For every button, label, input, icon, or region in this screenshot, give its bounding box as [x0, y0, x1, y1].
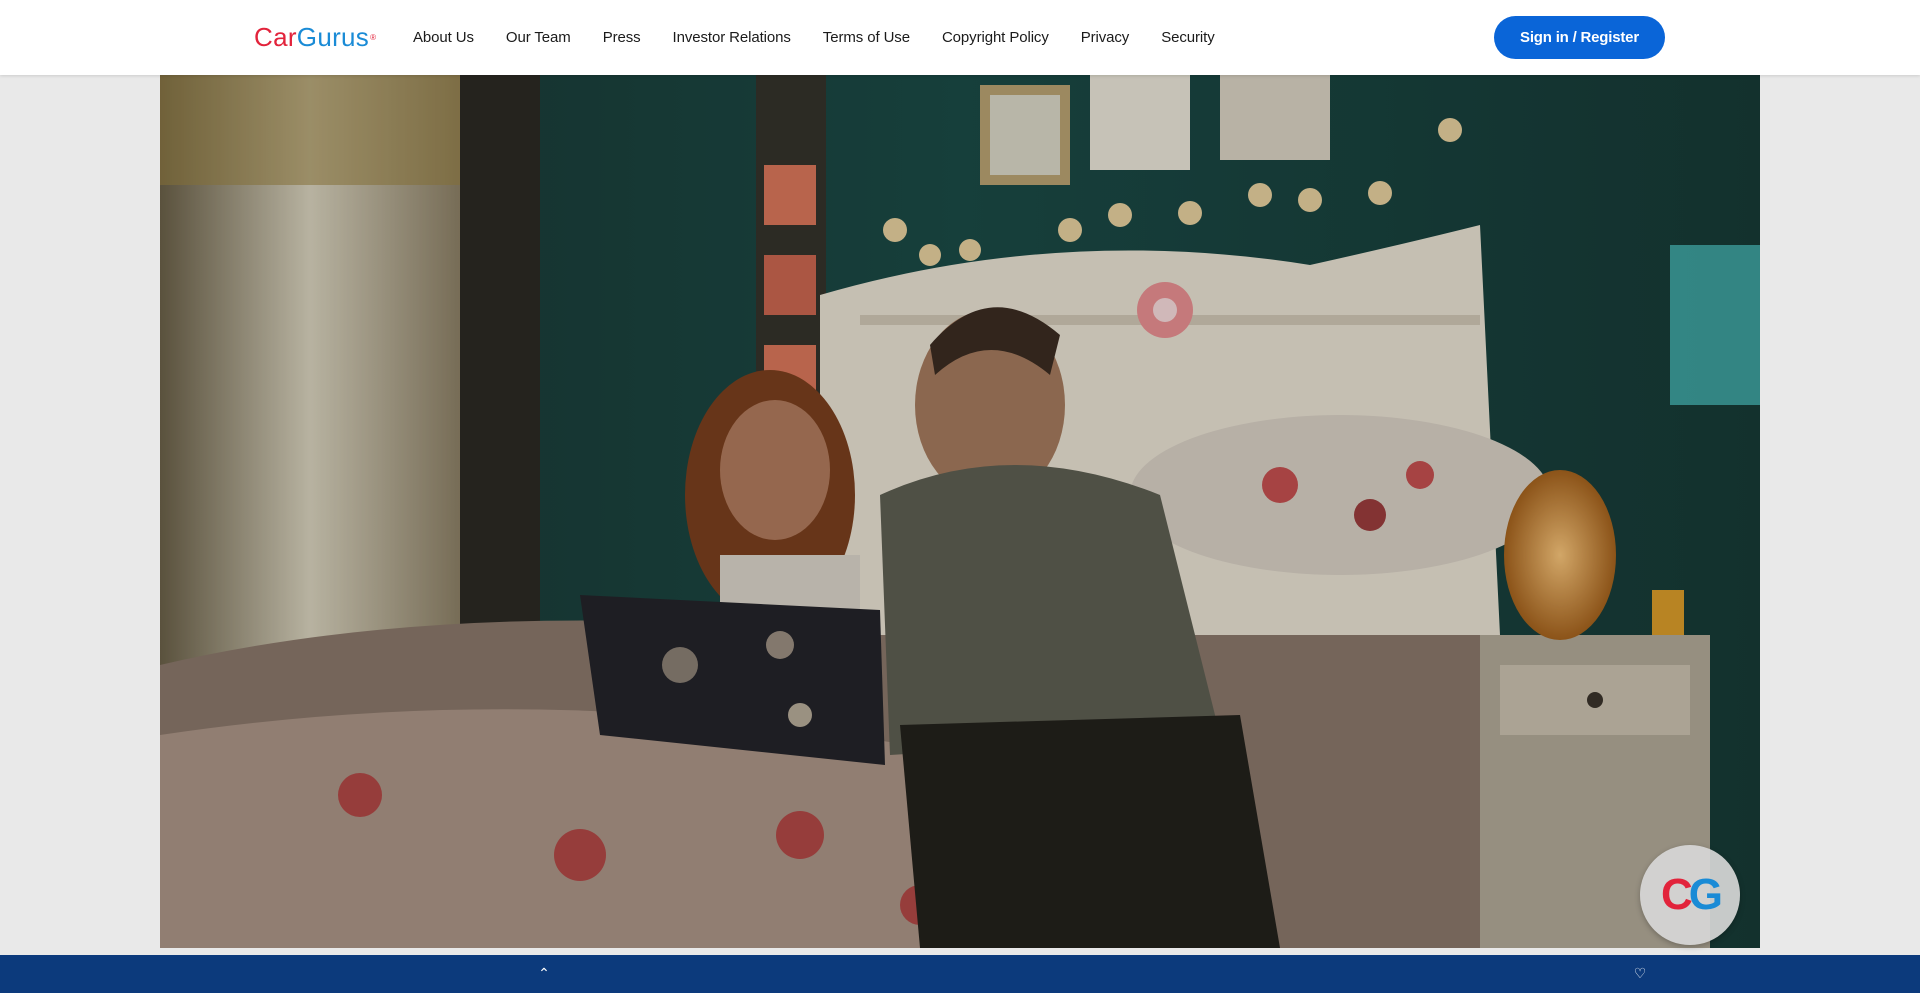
- cg-logo-badge[interactable]: CG: [1640, 845, 1740, 945]
- site-header: Car Gurus ® About Us Our Team Press Invest…: [0, 0, 1920, 75]
- nav-press[interactable]: Press: [603, 29, 641, 46]
- nav-security[interactable]: Security: [1161, 29, 1214, 46]
- logo-registered-mark: ®: [370, 32, 377, 42]
- heart-icon[interactable]: ♡: [1630, 966, 1650, 980]
- hero-video[interactable]: [160, 75, 1760, 948]
- badge-c-letter: C: [1660, 870, 1693, 919]
- cargurus-logo[interactable]: Car Gurus ®: [254, 22, 376, 52]
- video-frame-illustration: [160, 75, 1760, 948]
- logo-car: Car: [254, 21, 297, 52]
- nav-about-us[interactable]: About Us: [413, 29, 474, 46]
- main-nav: About Us Our Team Press Investor Relatio…: [413, 0, 1215, 75]
- site-footer: ⌃ ♡: [0, 955, 1920, 993]
- nav-privacy[interactable]: Privacy: [1081, 29, 1130, 46]
- nav-investor-relations[interactable]: Investor Relations: [673, 29, 791, 46]
- sign-in-register-button[interactable]: Sign in / Register: [1494, 16, 1665, 59]
- badge-g-letter: G: [1688, 870, 1723, 919]
- logo-gurus: Gurus: [296, 21, 370, 52]
- nav-copyright-policy[interactable]: Copyright Policy: [942, 29, 1049, 46]
- nav-our-team[interactable]: Our Team: [506, 29, 571, 46]
- chevron-up-icon[interactable]: ⌃: [534, 966, 554, 980]
- nav-terms-of-use[interactable]: Terms of Use: [823, 29, 910, 46]
